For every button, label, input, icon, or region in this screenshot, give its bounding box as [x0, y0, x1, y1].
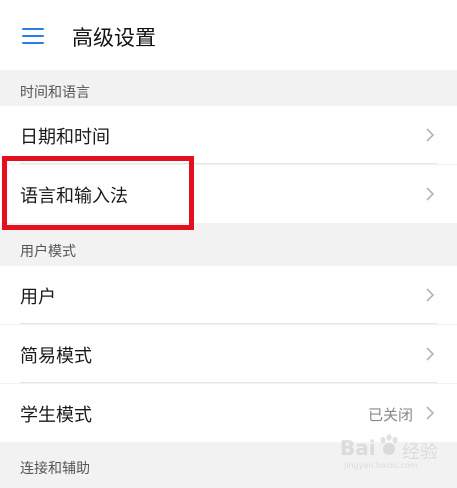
baidu-jingyan-watermark: Bai 经验 jingyan.baidu.com [340, 432, 450, 472]
watermark-brand-latin: Bai [340, 436, 376, 460]
page-title: 高级设置 [72, 26, 156, 50]
chevron-right-icon [426, 288, 435, 302]
row-divider [20, 382, 437, 383]
row-user[interactable]: 用户 [0, 266, 457, 324]
student-mode-status: 已关闭 [367, 406, 413, 424]
row-label: 用户 [20, 287, 56, 308]
advanced-settings-screen: 高级设置 时间和语言 日期和时间 语言和输入法 用户模式 用户 简易模式 学生模… [0, 0, 457, 488]
section-label-time-language: 时间和语言 [20, 85, 90, 101]
row-label: 简易模式 [20, 346, 92, 367]
row-simple-mode[interactable]: 简易模式 [0, 325, 457, 383]
row-divider [20, 323, 437, 324]
watermark-sub: jingyan.baidu.com [344, 461, 418, 470]
chevron-right-icon [426, 187, 435, 201]
chevron-right-icon [426, 128, 435, 142]
chevron-right-icon [426, 347, 435, 361]
chevron-right-icon [426, 406, 435, 420]
app-header: 高级设置 [0, 0, 457, 70]
section-label-connection-assist: 连接和辅助 [20, 461, 90, 477]
paw-icon [380, 434, 398, 455]
highlight-annotation-box [2, 156, 194, 230]
row-label: 日期和时间 [20, 127, 110, 148]
row-label: 学生模式 [20, 405, 92, 426]
section-label-user-mode: 用户模式 [20, 244, 76, 260]
menu-icon[interactable] [20, 26, 48, 46]
